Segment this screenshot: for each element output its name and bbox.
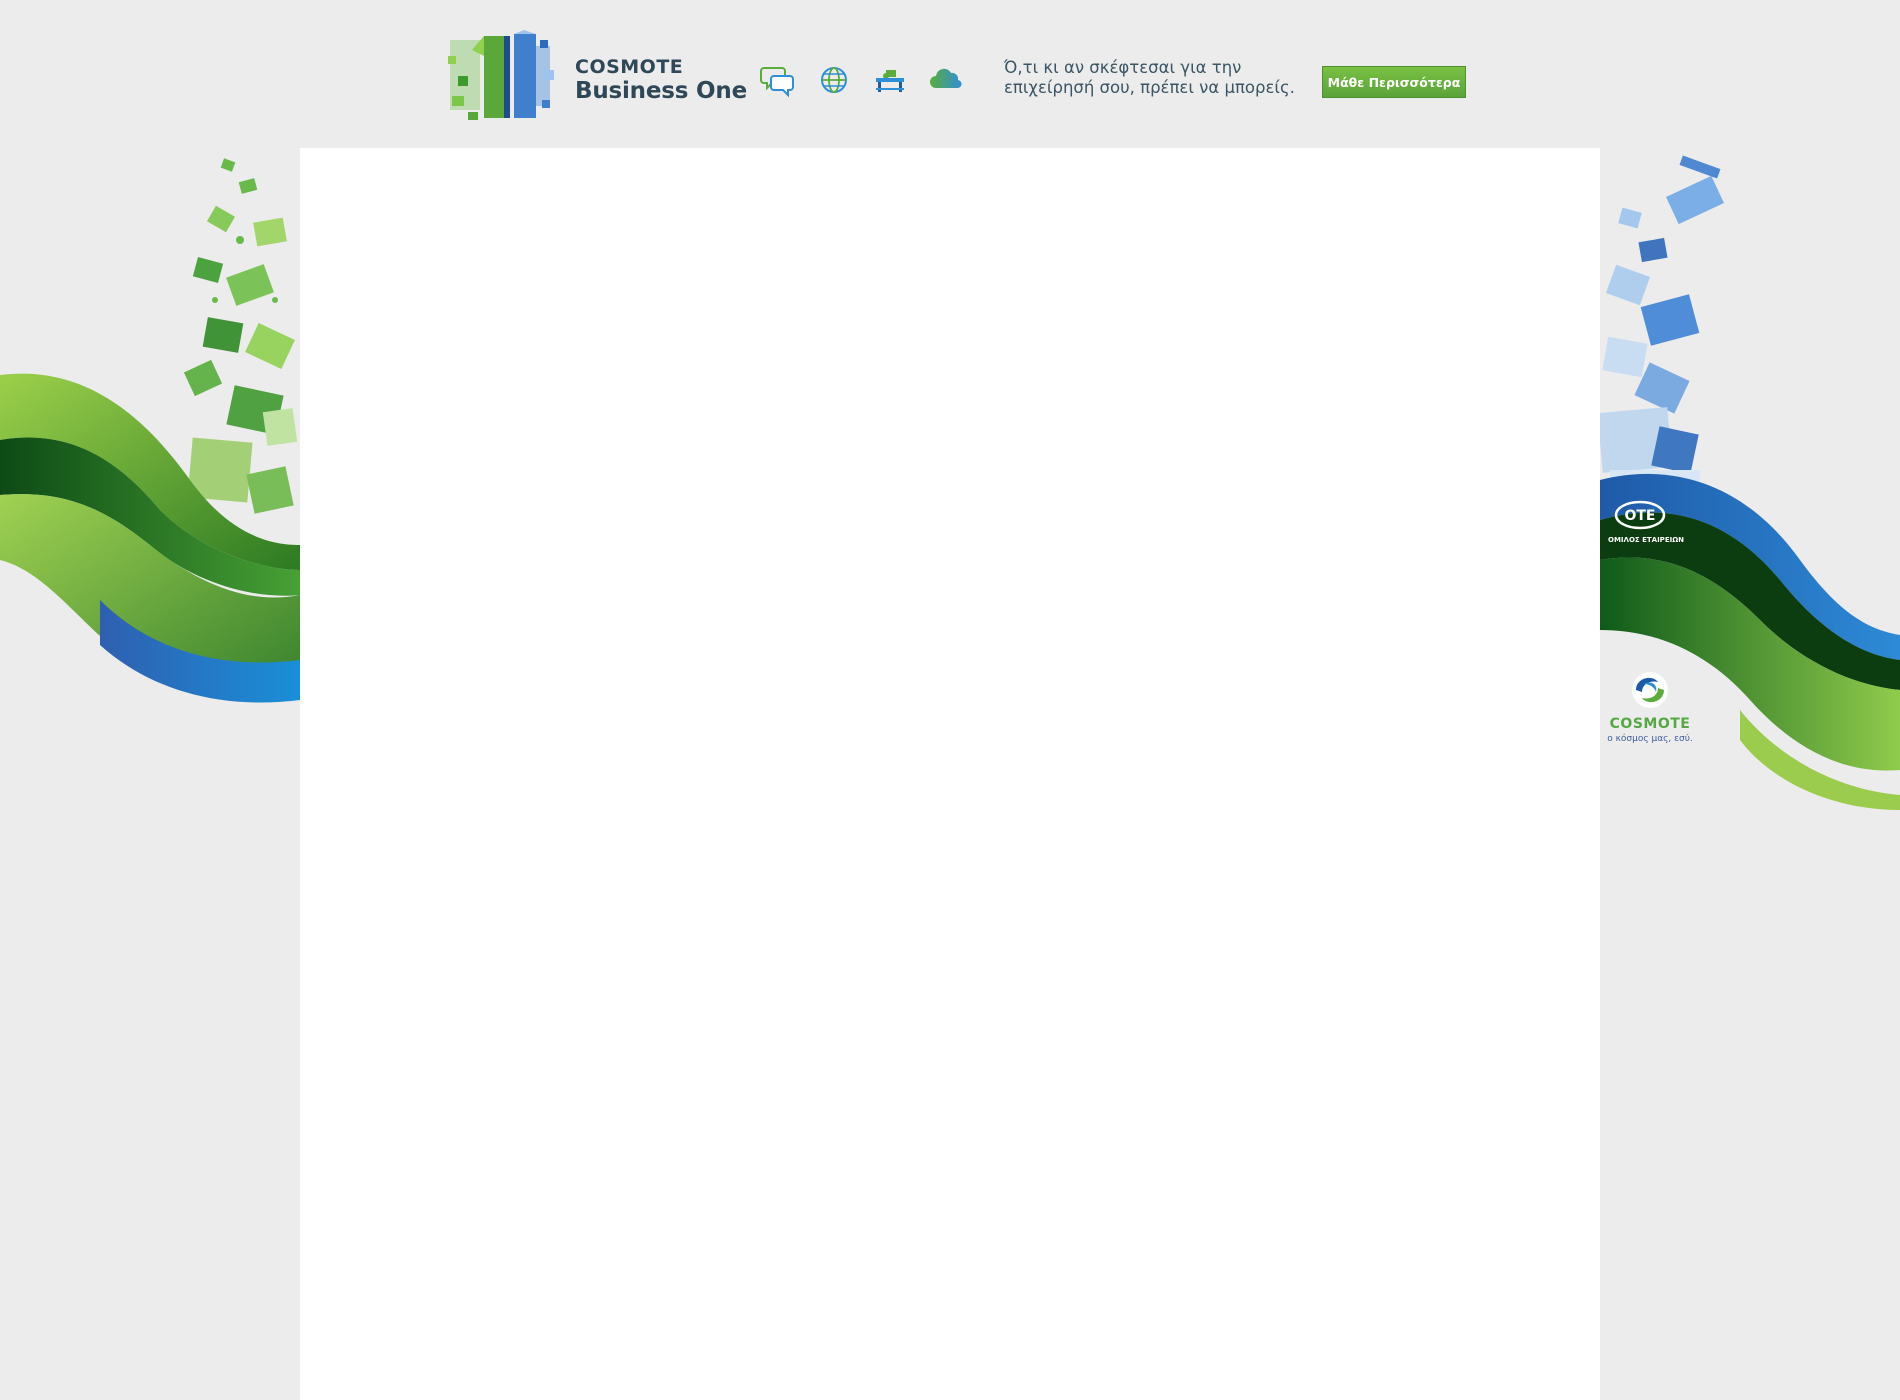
tagline-line1: Ό,τι κι αν σκέφτεσαι για την [1004,58,1242,77]
cosmote-logo: COSMOTE ο κόσμος μας, εσύ. [1600,670,1700,750]
brand-line1: COSMOTE [575,56,684,78]
desk-icon [876,70,904,92]
business-one-logo-icon [448,30,554,120]
ote-logo: ΟΤΕ ΟΜΙΛΟΣ ΕΤΑΙΡΕΙΩΝ [1608,500,1685,548]
decorative-wave-left [0,158,300,703]
chat-icon [760,67,794,98]
page: ΟΤΕ ΟΜΙΛΟΣ ΕΤΑΙΡΕΙΩΝ COSMOTE ο κόσμος μα… [0,0,1900,1400]
tagline-line2: επιχείρησή σου, πρέπει να μπορείς. [1004,78,1295,97]
cosmote-slogan: ο κόσμος μας, εσύ. [1607,734,1693,744]
ote-oval-icon: ΟΤΕ [1614,500,1666,530]
main-content-panel [300,148,1600,1400]
cloud-icon [930,68,962,89]
top-banner-ad[interactable]: COSMOTE Business One Ό,τι κι αν σκέφτεσα… [440,22,1480,132]
brand-name: COSMOTE Business One [575,58,747,103]
cosmote-wordmark: COSMOTE [1609,716,1691,732]
globe-icon [821,67,847,93]
cosmote-symbol-icon [1632,672,1668,708]
learn-more-button[interactable]: Μάθε Περισσότερα [1322,66,1466,98]
brand-line2: Business One [575,78,747,104]
ote-subtitle: ΟΜΙΛΟΣ ΕΤΑΙΡΕΙΩΝ [1608,536,1685,544]
ote-mark: ΟΤΕ [1624,508,1655,524]
banner-tagline: Ό,τι κι αν σκέφτεσαι για την επιχείρησή … [1004,58,1324,98]
